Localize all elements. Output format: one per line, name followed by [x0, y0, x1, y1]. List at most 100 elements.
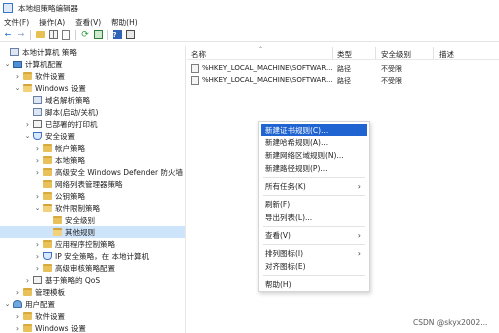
cell-name: %HKEY_LOCAL_MACHINE\SOFTWAR...	[202, 76, 333, 84]
chevron-down-icon[interactable]	[14, 84, 21, 92]
chevron-right-icon[interactable]	[34, 252, 41, 261]
folder-icon	[23, 84, 32, 92]
column-divider[interactable]	[433, 47, 434, 59]
table-row[interactable]: %HKEY_LOCAL_MACHINE\SOFTWAR... 路径 不受限	[187, 63, 499, 74]
tree-item-label: 软件设置	[35, 311, 65, 321]
tree-item-label: 基于策略的 QoS	[45, 275, 101, 285]
tree-item-user-software-settings[interactable]: 软件设置	[0, 310, 185, 322]
chevron-right-icon[interactable]	[34, 192, 41, 201]
menu-new-certificate-rule[interactable]: 新建证书规则(C)...	[261, 124, 367, 136]
show-hide-tree-icon[interactable]	[48, 30, 58, 40]
folder-icon	[43, 156, 52, 164]
tree-item-software-settings[interactable]: 软件设置	[0, 70, 185, 82]
chevron-right-icon[interactable]	[24, 120, 31, 129]
chevron-right-icon[interactable]	[34, 156, 41, 165]
folder-icon	[43, 168, 52, 176]
tree-item-app-control[interactable]: 应用程序控制策略	[0, 238, 185, 250]
tree-item-user-windows-settings[interactable]: Windows 设置	[0, 322, 185, 333]
up-folder-icon[interactable]	[35, 30, 45, 40]
menu-file[interactable]: 文件(F)	[4, 17, 29, 28]
back-arrow-icon[interactable]: ←	[3, 30, 13, 40]
tree-item-defender-firewall[interactable]: 高级安全 Windows Defender 防火墙	[0, 166, 185, 178]
tree-item-additional-rules[interactable]: 其他规则	[0, 226, 185, 238]
chevron-down-icon[interactable]	[24, 132, 31, 140]
tree-item-label: 高级安全 Windows Defender 防火墙	[55, 167, 183, 177]
column-divider[interactable]	[375, 47, 376, 59]
folder-icon	[53, 216, 62, 224]
help-icon[interactable]: ?	[112, 30, 122, 40]
folder-icon	[43, 144, 52, 152]
tree-item-security-settings[interactable]: 安全设置	[0, 130, 185, 142]
chevron-right-icon[interactable]	[34, 264, 41, 273]
tree-item-label: 用户配置	[25, 299, 55, 309]
ip-security-icon	[43, 252, 52, 260]
tree-item-scripts[interactable]: 脚本(启动/关机)	[0, 106, 185, 118]
forward-arrow-icon[interactable]: →	[16, 30, 26, 40]
export-list-icon[interactable]	[93, 30, 103, 40]
menu-view[interactable]: 查看(V)	[75, 17, 101, 28]
chevron-down-icon[interactable]	[34, 204, 41, 212]
chevron-right-icon[interactable]	[14, 324, 21, 333]
menu-help[interactable]: 帮助(H)	[261, 278, 367, 290]
menu-separator	[263, 226, 365, 227]
tree-item-ip-security[interactable]: IP 安全策略，在 本地计算机	[0, 250, 185, 262]
chevron-right-icon[interactable]	[14, 288, 21, 297]
menu-refresh[interactable]: 刷新(F)	[261, 198, 367, 210]
chevron-right-icon: ›	[357, 248, 361, 258]
menu-help[interactable]: 帮助(H)	[111, 17, 138, 28]
tree-item-network-list-manager[interactable]: 网络列表管理器策略	[0, 178, 185, 190]
menu-item-label: 刷新(F)	[265, 199, 291, 209]
cell-security-level: 不受限	[381, 77, 402, 85]
chevron-right-icon[interactable]	[34, 144, 41, 153]
chevron-right-icon[interactable]	[24, 276, 31, 285]
menu-all-tasks[interactable]: 所有任务(K) ›	[261, 180, 367, 192]
menu-line-up-icons[interactable]: 对齐图标(E)	[261, 260, 367, 272]
column-name[interactable]: 名称	[191, 49, 206, 60]
folder-icon	[23, 288, 32, 296]
chevron-right-icon[interactable]	[34, 168, 41, 177]
cell-security-level: 不受限	[381, 65, 402, 73]
tree-item-label: Windows 设置	[35, 83, 86, 93]
tree-item-deployed-printers[interactable]: 已部署的打印机	[0, 118, 185, 130]
action-pane-icon[interactable]	[125, 30, 135, 40]
tree-item-policy-qos[interactable]: 基于策略的 QoS	[0, 274, 185, 286]
refresh-icon[interactable]: ⟳	[80, 30, 90, 40]
tree-item-name-resolution-policy[interactable]: 域名解析策略	[0, 94, 185, 106]
tree-item-local-computer-policy[interactable]: 本地计算机 策略	[0, 46, 185, 58]
column-divider[interactable]	[332, 47, 333, 59]
chevron-right-icon[interactable]	[14, 72, 21, 81]
tree-item-windows-settings[interactable]: Windows 设置	[0, 82, 185, 94]
tree-item-user-config[interactable]: 用户配置	[0, 298, 185, 310]
menu-view[interactable]: 查看(V) ›	[261, 229, 367, 241]
menu-new-network-zone-rule[interactable]: 新建网络区域规则(N)...	[261, 149, 367, 161]
watermark-text: CSDN @skyx2002...	[413, 318, 488, 327]
chevron-down-icon[interactable]	[4, 60, 11, 68]
menu-export-list[interactable]: 导出列表(L)...	[261, 211, 367, 223]
path-rule-icon	[191, 64, 199, 73]
chevron-right-icon[interactable]	[14, 312, 21, 321]
menu-action[interactable]: 操作(A)	[39, 17, 65, 28]
column-security-level[interactable]: 安全级别	[381, 49, 411, 60]
tree-item-account-policies[interactable]: 帐户策略	[0, 142, 185, 154]
menu-new-hash-rule[interactable]: 新建哈希规则(A)...	[261, 136, 367, 148]
menu-separator	[263, 244, 365, 245]
column-type[interactable]: 类型	[337, 49, 352, 60]
menu-arrange-icons[interactable]: 排列图标(I) ›	[261, 247, 367, 259]
column-description[interactable]: 描述	[439, 49, 454, 60]
tree-item-label: 其他规则	[65, 227, 95, 237]
tree-item-software-restriction[interactable]: 软件限制策略	[0, 202, 185, 214]
table-row[interactable]: %HKEY_LOCAL_MACHINE\SOFTWAR... 路径 不受限	[187, 75, 499, 86]
printer-icon	[33, 120, 42, 128]
tree-item-advanced-audit[interactable]: 高级审核策略配置	[0, 262, 185, 274]
tree-item-label: 软件限制策略	[55, 203, 100, 213]
tree-item-local-policies[interactable]: 本地策略	[0, 154, 185, 166]
chevron-down-icon[interactable]	[4, 300, 11, 308]
chevron-right-icon[interactable]	[34, 240, 41, 249]
menu-item-label: 查看(V)	[265, 230, 291, 240]
tree-item-security-levels[interactable]: 安全级别	[0, 214, 185, 226]
properties-icon[interactable]	[61, 29, 71, 40]
tree-item-admin-templates[interactable]: 管理模板	[0, 286, 185, 298]
menu-new-path-rule[interactable]: 新建路径规则(P)...	[261, 162, 367, 174]
tree-item-computer-config[interactable]: 计算机配置	[0, 58, 185, 70]
tree-item-public-key-policies[interactable]: 公钥策略	[0, 190, 185, 202]
